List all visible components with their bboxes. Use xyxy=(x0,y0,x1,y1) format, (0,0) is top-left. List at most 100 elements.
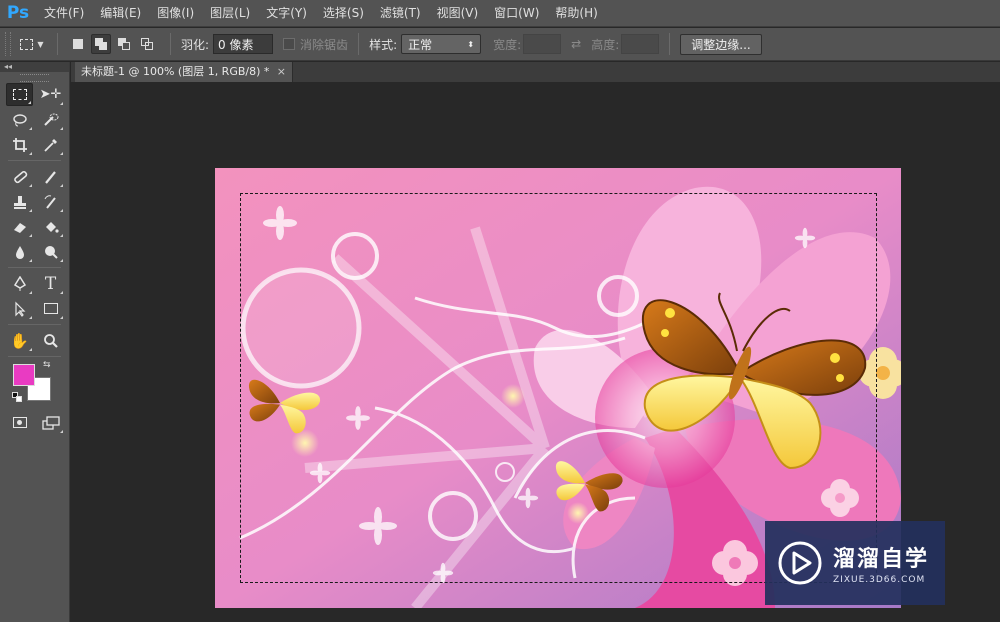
menu-view[interactable]: 视图(V) xyxy=(429,0,487,27)
history-brush-icon xyxy=(44,194,56,209)
subtract-from-selection-button[interactable] xyxy=(114,34,134,54)
lasso-icon xyxy=(12,113,27,126)
quick-mask-icon xyxy=(12,417,27,428)
quick-selection-icon xyxy=(43,113,58,126)
intersect-selection-button[interactable] xyxy=(137,34,157,54)
pen-tool[interactable] xyxy=(6,272,33,295)
subtract-selection-icon xyxy=(118,38,130,50)
foreground-color-swatch[interactable] xyxy=(13,364,35,386)
updown-arrows-icon: ⬍ xyxy=(467,39,475,49)
eraser-tool[interactable] xyxy=(6,215,33,238)
hand-tool[interactable]: ✋ xyxy=(6,329,33,352)
menu-bar: Ps 文件(F) 编辑(E) 图像(I) 图层(L) 文字(Y) 选择(S) 滤… xyxy=(0,0,1000,27)
type-tool[interactable]: T xyxy=(37,272,64,295)
close-icon[interactable]: × xyxy=(277,62,286,82)
new-selection-icon xyxy=(73,39,83,49)
rectangular-marquee-icon xyxy=(12,89,27,100)
stamp-icon xyxy=(13,195,26,209)
paint-bucket-icon xyxy=(45,221,59,233)
history-brush-tool[interactable] xyxy=(37,190,64,213)
divider xyxy=(358,33,360,55)
rectangle-tool[interactable] xyxy=(37,297,64,320)
lasso-tool[interactable] xyxy=(6,108,33,131)
menu-layer[interactable]: 图层(L) xyxy=(202,0,258,27)
crop-tool[interactable] xyxy=(6,133,33,156)
menu-window[interactable]: 窗口(W) xyxy=(486,0,547,27)
antialias-label: 消除锯齿 xyxy=(300,37,349,52)
photoshop-logo: Ps xyxy=(6,3,30,23)
divider xyxy=(8,267,61,268)
eyedropper-tool[interactable] xyxy=(37,133,64,156)
feather-label: 羽化: xyxy=(181,37,210,52)
chevron-down-icon: ▼ xyxy=(37,39,44,49)
height-label: 高度: xyxy=(591,37,620,52)
blur-tool[interactable] xyxy=(6,240,33,263)
menu-edit[interactable]: 编辑(E) xyxy=(92,0,149,27)
path-selection-tool[interactable] xyxy=(6,297,33,320)
style-select-value: 正常 xyxy=(408,37,433,52)
screen-mode-button[interactable] xyxy=(37,411,64,434)
droplet-icon xyxy=(15,245,24,259)
default-colors-icon[interactable] xyxy=(12,392,22,402)
healing-brush-tool[interactable] xyxy=(6,165,33,188)
style-label: 样式: xyxy=(369,37,398,52)
intersect-selection-icon xyxy=(141,38,153,50)
document-tab-title: 未标题-1 @ 100% (图层 1, RGB/8) * xyxy=(81,65,270,78)
eyedropper-icon xyxy=(43,138,57,152)
height-input[interactable] xyxy=(621,34,660,54)
menu-select[interactable]: 选择(S) xyxy=(315,0,372,27)
document-tab[interactable]: 未标题-1 @ 100% (图层 1, RGB/8) * × xyxy=(75,62,293,82)
add-to-selection-button[interactable] xyxy=(91,34,111,54)
rectangular-marquee-tool[interactable] xyxy=(6,83,33,106)
type-icon: T xyxy=(44,273,57,294)
options-bar: ▼ 羽化: 消除锯齿 样式: 正常 ⬍ 宽度: ⇄ 高度: 调整边缘... xyxy=(0,28,1000,61)
divider xyxy=(8,356,61,357)
play-logo-icon xyxy=(778,541,822,585)
document-tab-strip: 未标题-1 @ 100% (图层 1, RGB/8) * × xyxy=(71,62,1000,82)
dodge-tool[interactable] xyxy=(37,240,64,263)
brush-tool[interactable] xyxy=(37,165,64,188)
zoom-tool[interactable] xyxy=(37,329,64,352)
clone-stamp-tool[interactable] xyxy=(6,190,33,213)
style-select[interactable]: 正常 ⬍ xyxy=(401,34,482,54)
refine-edge-button[interactable]: 调整边缘... xyxy=(680,33,762,55)
width-input[interactable] xyxy=(523,34,562,54)
swap-colors-icon[interactable]: ⇆ xyxy=(43,360,51,370)
menu-filter[interactable]: 滤镜(T) xyxy=(372,0,429,27)
menu-type[interactable]: 文字(Y) xyxy=(258,0,315,27)
add-selection-icon xyxy=(95,38,107,50)
brush-icon xyxy=(44,170,56,184)
collapse-panel-button[interactable]: ◂◂ xyxy=(0,62,69,72)
menu-help[interactable]: 帮助(H) xyxy=(547,0,605,27)
swap-dimensions-icon[interactable]: ⇄ xyxy=(571,37,581,51)
paint-bucket-tool[interactable] xyxy=(37,215,64,238)
panel-grip[interactable] xyxy=(20,74,49,82)
move-icon: ➤✛ xyxy=(39,87,62,102)
tool-preset-picker[interactable]: ▼ xyxy=(17,32,47,56)
menu-image[interactable]: 图像(I) xyxy=(149,0,202,27)
color-swatches: ⇆ xyxy=(10,360,69,408)
pen-icon xyxy=(13,275,26,291)
new-selection-button[interactable] xyxy=(68,34,88,54)
quick-mask-button[interactable] xyxy=(6,411,33,434)
screen-mode-icon xyxy=(41,415,60,430)
options-grip[interactable] xyxy=(5,32,11,56)
eraser-icon xyxy=(13,222,26,233)
watermark-title: 溜溜自学 xyxy=(833,547,930,572)
move-tool[interactable]: ➤✛ xyxy=(37,83,64,106)
crop-icon xyxy=(12,137,27,152)
quick-selection-tool[interactable] xyxy=(37,108,64,131)
dodge-icon xyxy=(44,245,58,259)
rectangle-icon xyxy=(43,303,58,314)
menu-file[interactable]: 文件(F) xyxy=(36,0,92,27)
watermark-url: ZIXUE.3D66.COM xyxy=(833,575,926,585)
feather-input[interactable] xyxy=(213,34,274,54)
divider xyxy=(669,33,671,55)
divider xyxy=(170,33,171,55)
divider xyxy=(8,160,61,161)
width-label: 宽度: xyxy=(493,37,522,52)
tools-panel: ◂◂ ➤✛ T ✋ ⇆ xyxy=(0,62,70,622)
divider xyxy=(8,324,61,325)
antialias-checkbox[interactable] xyxy=(283,38,296,50)
watermark: 溜溜自学 ZIXUE.3D66.COM xyxy=(765,521,945,605)
